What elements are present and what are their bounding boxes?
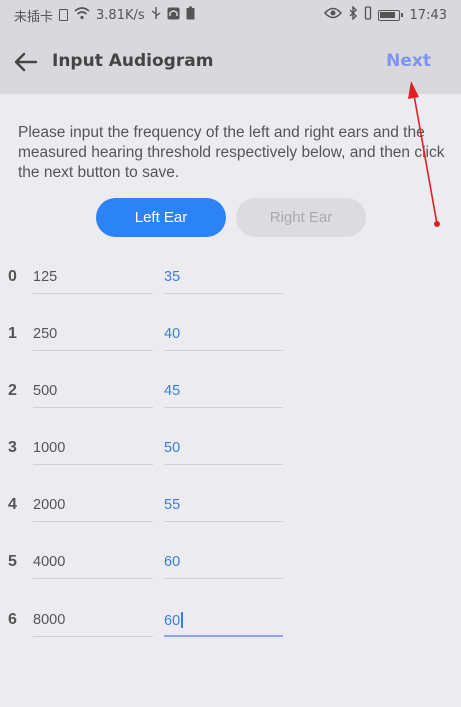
next-button[interactable]: Next [386, 51, 431, 71]
audiogram-row: 2 500 45 [0, 382, 461, 422]
audiogram-row: 4 2000 55 [0, 496, 461, 536]
frequency-field[interactable]: 4000 [33, 553, 153, 579]
page-title: Input Audiogram [52, 51, 214, 71]
status-left: 未插卡 3.81K/s [14, 6, 195, 25]
threshold-field[interactable]: 55 [164, 496, 283, 522]
ear-toggle: Left Ear Right Ear [0, 198, 461, 238]
carrier-text: 未插卡 [14, 9, 54, 25]
back-button[interactable] [12, 49, 40, 75]
status-bar: 未插卡 3.81K/s 17:43 [0, 0, 461, 30]
right-ear-button[interactable]: Right Ear [236, 198, 366, 237]
eye-icon [323, 7, 342, 23]
bluetooth-icon [348, 5, 358, 24]
row-index: 1 [8, 325, 17, 342]
instructions-text: Please input the frequency of the left a… [18, 124, 445, 181]
sim-card-icon [59, 9, 69, 21]
frequency-field[interactable]: 8000 [33, 611, 153, 637]
row-index: 0 [8, 268, 17, 285]
headset-icon [167, 7, 180, 24]
back-arrow-icon [14, 52, 38, 72]
audiogram-row: 1 250 40 [0, 325, 461, 365]
row-index: 6 [8, 611, 17, 628]
frequency-field[interactable]: 125 [33, 268, 153, 294]
audiogram-row: 3 1000 50 [0, 439, 461, 479]
wifi-icon [74, 6, 90, 24]
clock: 17:43 [409, 7, 447, 23]
threshold-field[interactable]: 35 [164, 268, 283, 294]
threshold-value: 60 [164, 613, 181, 629]
usb-icon [151, 6, 161, 24]
threshold-field[interactable]: 40 [164, 325, 283, 351]
frequency-field[interactable]: 2000 [33, 496, 153, 522]
battery-saver-icon [186, 6, 195, 24]
frequency-field[interactable]: 1000 [33, 439, 153, 465]
row-index: 2 [8, 382, 17, 399]
audiogram-row: 5 4000 60 [0, 553, 461, 593]
threshold-field[interactable]: 50 [164, 439, 283, 465]
threshold-field-focused[interactable]: 60 [164, 611, 283, 637]
audiogram-row: 0 125 35 [0, 268, 461, 308]
row-index: 4 [8, 496, 17, 513]
threshold-field[interactable]: 45 [164, 382, 283, 408]
vibrate-icon [364, 6, 372, 24]
battery-icon [377, 9, 403, 21]
network-speed: 3.81K/s [96, 7, 145, 23]
row-index: 3 [8, 439, 17, 456]
frequency-field[interactable]: 500 [33, 382, 153, 408]
row-index: 5 [8, 553, 17, 570]
left-ear-button[interactable]: Left Ear [96, 198, 226, 237]
threshold-field[interactable]: 60 [164, 553, 283, 579]
frequency-field[interactable]: 250 [33, 325, 153, 351]
text-caret [181, 612, 184, 628]
app-header: Input Audiogram Next [0, 30, 461, 94]
audiogram-row: 6 8000 60 [0, 611, 461, 651]
status-right: 17:43 [323, 5, 447, 24]
